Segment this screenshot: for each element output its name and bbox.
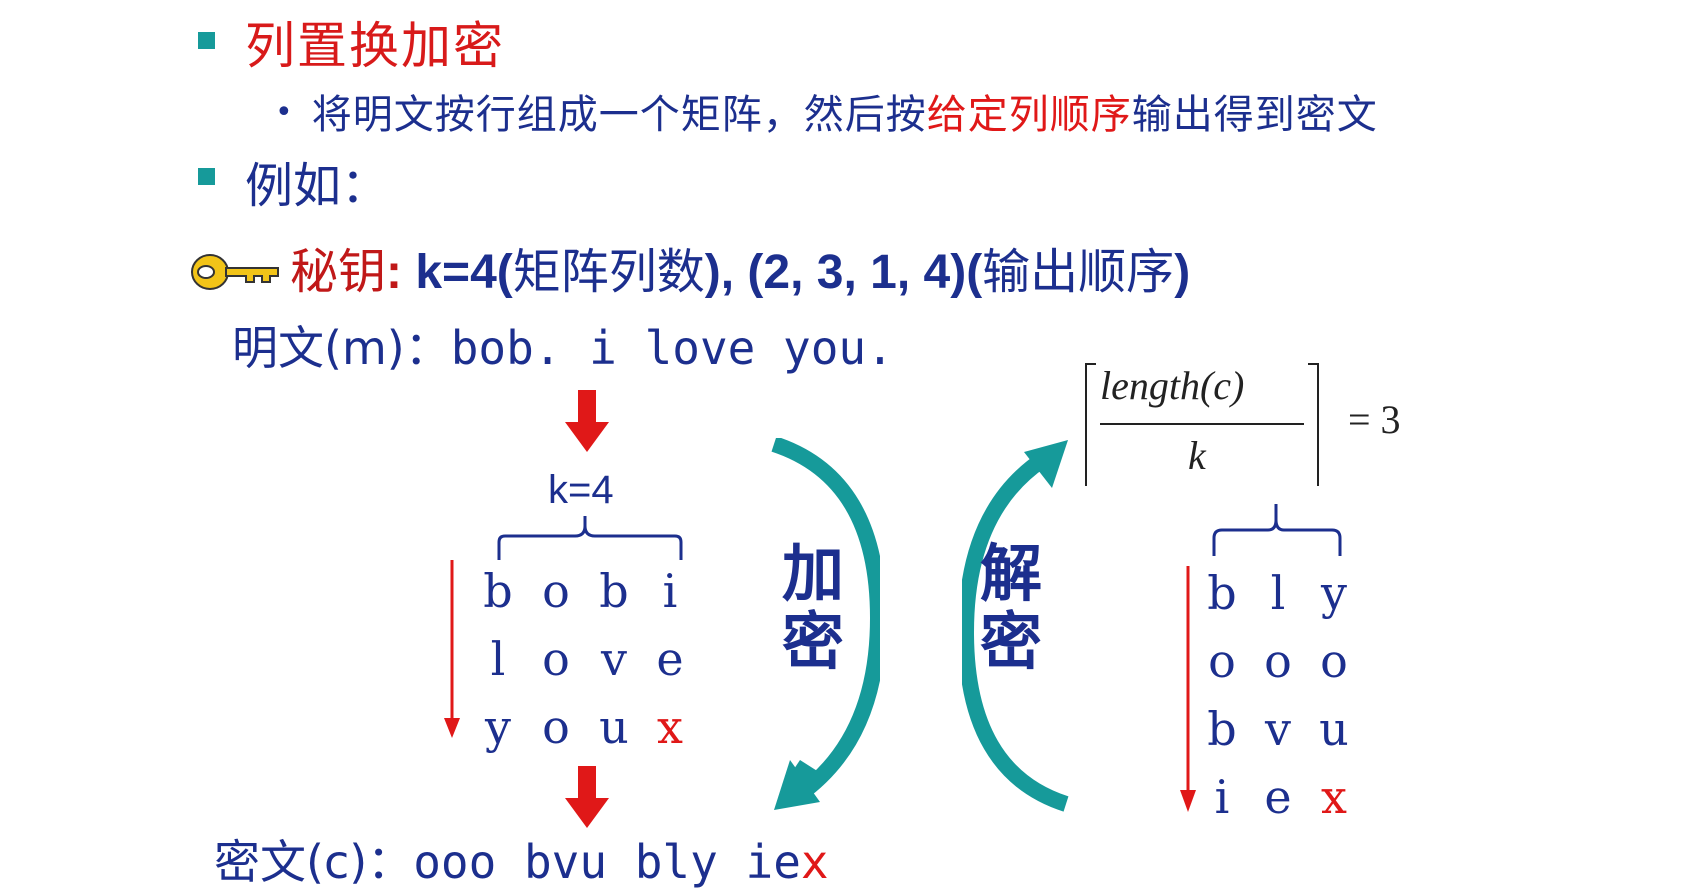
dec-cell: y	[1321, 566, 1347, 620]
enc-cell: o	[542, 700, 570, 754]
ciphertext-label: 密文(c)：	[214, 835, 414, 889]
key-label: 秘钥	[290, 244, 387, 300]
plaintext-label: 明文(m)：	[232, 321, 451, 375]
dec-cell: o	[1208, 634, 1236, 688]
enc-cell: i	[662, 564, 678, 618]
dec-cell: b	[1207, 566, 1237, 620]
decrypt-label: 解 密	[980, 537, 1043, 679]
enc-cell-padding: x	[657, 700, 683, 754]
dec-cell: e	[1264, 770, 1292, 824]
plaintext-value: bob. i love you.	[450, 321, 894, 375]
dec-cell-padding: x	[1321, 770, 1347, 824]
slide-title: 列置换加密	[245, 17, 505, 75]
sub-bullet: • 将明文按行组成一个矩阵，然后按给定列顺序输出得到密文	[275, 82, 1378, 140]
brace-icon	[497, 516, 683, 560]
encrypt-char: 加	[782, 537, 845, 610]
formula-numerator: length(c)	[1100, 363, 1245, 408]
enc-cell: e	[656, 632, 684, 686]
enc-cell: o	[542, 564, 570, 618]
example-label: 例如：	[245, 158, 390, 214]
row-direction-arrow-icon	[444, 560, 460, 738]
sub-bullet-highlight: 给定列顺序	[926, 92, 1132, 138]
enc-cell: y	[485, 700, 511, 754]
enc-cell: o	[542, 632, 570, 686]
key-k-desc: 矩阵列数	[512, 244, 705, 300]
key-colon: :	[386, 246, 402, 299]
enc-cell: l	[490, 632, 506, 686]
decrypt-char: 解	[980, 537, 1043, 610]
k4-label: k=4	[548, 468, 614, 512]
encrypt-char: 密	[782, 605, 845, 679]
sub-bullet-text-before: 将明文按行组成一个矩阵，然后按	[311, 92, 927, 138]
key-end: )	[1174, 246, 1191, 299]
down-arrow-icon	[565, 390, 609, 452]
ciphertext-line: 密文(c)：ooo bvu bly iex	[214, 826, 829, 892]
decrypt-char: 密	[980, 605, 1043, 679]
enc-cell: u	[599, 700, 629, 754]
dec-cell: l	[1270, 566, 1286, 620]
dec-cell: b	[1207, 702, 1237, 756]
key-icon	[191, 254, 279, 290]
enc-cell: b	[599, 564, 629, 618]
ciphertext-padding: x	[800, 835, 829, 889]
dec-cell: v	[1265, 702, 1291, 756]
key-order-desc: 输出顺序	[982, 244, 1175, 300]
formula-result: = 3	[1348, 397, 1401, 442]
encrypt-label: 加 密	[782, 537, 845, 679]
down-arrow-icon	[565, 766, 609, 828]
dec-cell: u	[1319, 702, 1349, 756]
key-line: 秘钥: k=4(矩阵列数), (2, 3, 1, 4)(输出顺序)	[290, 232, 1190, 302]
dec-cell: o	[1264, 634, 1292, 688]
dec-cell: i	[1214, 770, 1230, 824]
sub-bullet-text-after: 输出得到密文	[1131, 92, 1378, 138]
ciphertext-value: ooo bvu bly ie	[413, 835, 801, 889]
key-mid: ), (2, 3, 1, 4)(	[704, 246, 983, 299]
plaintext-line: 明文(m)：bob. i love you.	[232, 312, 894, 378]
bullet-square-icon	[198, 32, 215, 49]
enc-cell: b	[483, 564, 513, 618]
dec-cell: o	[1320, 634, 1348, 688]
enc-cell: v	[601, 632, 627, 686]
brace-icon	[1212, 504, 1342, 556]
bullet-square-icon	[198, 168, 215, 185]
key-k-part: k=4(	[402, 246, 513, 299]
bullet-dot-icon: •	[275, 95, 294, 130]
formula-denominator: k	[1188, 433, 1206, 478]
